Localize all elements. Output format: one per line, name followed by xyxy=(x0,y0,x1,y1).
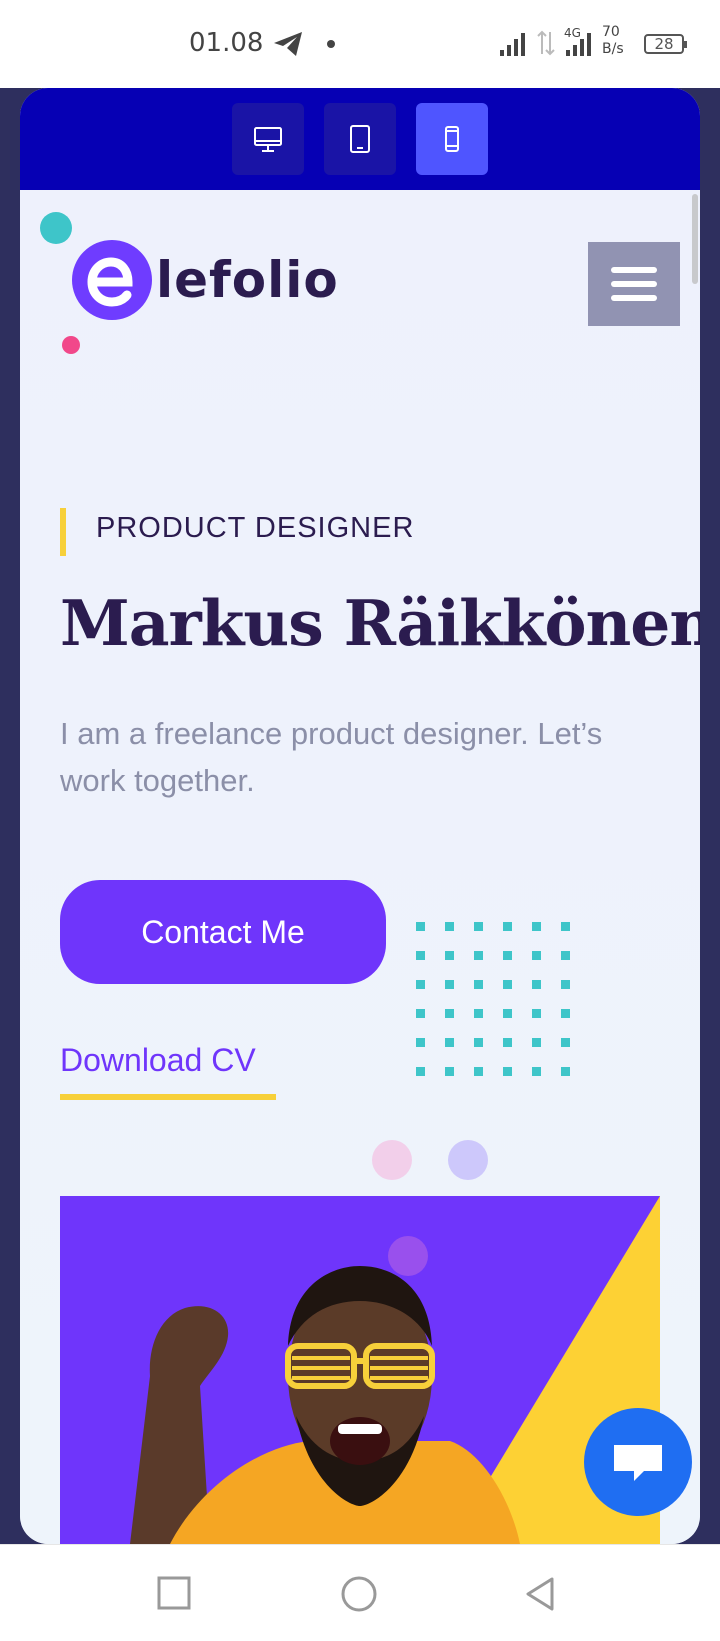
decor-dot xyxy=(532,1009,541,1018)
decor-dot xyxy=(474,1067,483,1076)
decor-dot xyxy=(561,1038,570,1047)
desktop-icon xyxy=(254,127,282,152)
network-speed: 70 B/s xyxy=(602,24,624,57)
role-label: PRODUCT DESIGNER xyxy=(96,512,415,544)
decor-dot xyxy=(503,1038,512,1047)
decor-dot xyxy=(445,1067,454,1076)
status-time: 01.08 xyxy=(189,28,264,58)
tablet-view-button[interactable] xyxy=(324,103,396,175)
decor-dot xyxy=(416,1067,425,1076)
decor-dot xyxy=(503,1067,512,1076)
decor-dot xyxy=(503,1009,512,1018)
decor-dot xyxy=(561,1009,570,1018)
contact-me-button[interactable]: Contact Me xyxy=(60,880,386,984)
data-transfer-icon xyxy=(537,30,555,56)
decor-dot xyxy=(474,1038,483,1047)
preview-frame: lefolio PRODUCT DESIGNER Markus Räikköne… xyxy=(20,88,700,1544)
decor-dot xyxy=(503,922,512,931)
decor-dot xyxy=(416,951,425,960)
tablet-icon xyxy=(350,125,370,153)
role-accent-bar xyxy=(60,508,66,556)
device-switcher xyxy=(20,88,700,190)
hero-name: Markus Räikkönen xyxy=(60,586,700,660)
system-nav-bar xyxy=(0,1544,720,1641)
site-logo[interactable]: lefolio xyxy=(72,240,339,320)
decor-dot xyxy=(561,951,570,960)
decor-dot xyxy=(561,980,570,989)
chat-icon xyxy=(614,1445,662,1481)
mobile-icon xyxy=(445,126,459,152)
decor-dot xyxy=(474,1009,483,1018)
decor-dot xyxy=(561,922,570,931)
decor-pink-dot xyxy=(62,336,80,354)
battery-icon: 28 xyxy=(644,34,687,54)
decor-dot xyxy=(416,1038,425,1047)
decor-dot xyxy=(532,951,541,960)
decor-dot xyxy=(503,980,512,989)
decor-dot xyxy=(416,980,425,989)
logo-text: lefolio xyxy=(156,251,339,309)
recent-apps-icon[interactable] xyxy=(156,1575,192,1611)
signal-4g-icon xyxy=(566,33,591,56)
decor-dot xyxy=(532,1067,541,1076)
hamburger-icon xyxy=(611,267,657,273)
decor-dot xyxy=(474,951,483,960)
decor-lavender-circle xyxy=(448,1140,488,1180)
decor-dot xyxy=(445,980,454,989)
decor-dot xyxy=(445,951,454,960)
decor-dot xyxy=(445,922,454,931)
desktop-view-button[interactable] xyxy=(232,103,304,175)
website-preview: lefolio PRODUCT DESIGNER Markus Räikköne… xyxy=(20,190,700,1544)
decor-dot xyxy=(532,980,541,989)
decor-dot xyxy=(474,922,483,931)
signal-icon xyxy=(500,33,525,56)
hero-image xyxy=(60,1196,660,1544)
decor-teal-dot xyxy=(40,212,72,244)
decor-dot xyxy=(532,1038,541,1047)
decor-dots-grid xyxy=(416,922,570,1076)
decor-dot xyxy=(561,1067,570,1076)
decor-dot xyxy=(416,1009,425,1018)
decor-pink-circle xyxy=(372,1140,412,1180)
decor-dot xyxy=(532,922,541,931)
hero-tagline: I am a freelance product designer. Let’s… xyxy=(60,716,603,798)
back-icon[interactable] xyxy=(522,1575,558,1613)
logo-mark-icon xyxy=(72,240,152,320)
scrollbar[interactable] xyxy=(692,194,698,284)
mobile-view-button[interactable] xyxy=(416,103,488,175)
menu-button[interactable] xyxy=(588,242,680,326)
decor-dot xyxy=(416,922,425,931)
home-icon[interactable] xyxy=(340,1575,378,1613)
notification-dot-icon xyxy=(327,40,335,48)
chat-button[interactable] xyxy=(584,1408,692,1516)
decor-dot xyxy=(503,951,512,960)
decor-dot xyxy=(474,980,483,989)
decor-dot xyxy=(445,1038,454,1047)
download-cv-link[interactable]: Download CV xyxy=(60,1042,256,1079)
telegram-icon xyxy=(274,32,302,56)
download-cv-underline xyxy=(60,1094,276,1100)
decor-dot xyxy=(445,1009,454,1018)
status-bar: 01.08 4G 70 B/s 28 xyxy=(0,0,720,88)
